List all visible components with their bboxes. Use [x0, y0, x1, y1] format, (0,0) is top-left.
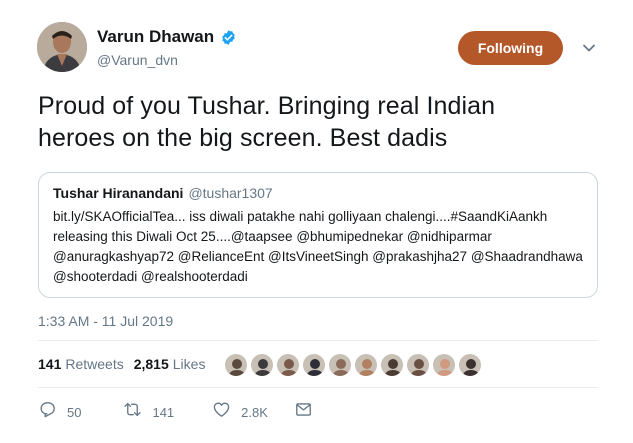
like-button[interactable]: 2.8K [212, 400, 268, 424]
chevron-down-icon[interactable] [582, 41, 596, 55]
following-button[interactable]: Following [458, 31, 563, 65]
verified-badge-icon [220, 29, 237, 46]
liker-avatar[interactable] [224, 353, 248, 377]
tweet-text: Proud of you Tushar. Bringing real India… [38, 90, 608, 154]
quoted-tweet-text: @shooterdadi @realshooterdadi [53, 269, 248, 284]
retweet-count: 141 [152, 404, 175, 420]
author-name-row: Varun Dhawan [97, 27, 237, 47]
quoted-author-handle: @tushar1307 [188, 185, 273, 201]
liker-avatars [224, 353, 484, 377]
quoted-tweet-text: releasing this Diwali Oct 25....@taapsee… [53, 229, 492, 244]
quoted-tweet-text: bit.ly/SKAOfficialTea... iss diwali pata… [53, 209, 548, 224]
tweet-actions: 50 141 2.8K [38, 400, 313, 424]
liker-avatar[interactable] [432, 353, 456, 377]
tweet-text-line: Proud of you Tushar. Bringing real India… [38, 92, 496, 120]
tweet-text-line: heroes on the big screen. Best dadis [38, 124, 448, 152]
quoted-tweet-header: Tushar Hiranandani @tushar1307 [53, 185, 585, 201]
likes-stat[interactable]: 2,815 Likes [134, 356, 206, 372]
quoted-author-name: Tushar Hiranandani [53, 185, 184, 201]
quoted-tweet-text: @anuragkashyap72 @RelianceEnt @ItsVineet… [53, 249, 583, 264]
tweet-card: Varun Dhawan @Varun_dvn Following Proud … [0, 0, 633, 443]
heart-icon [212, 400, 231, 424]
retweets-count: 141 [38, 356, 62, 372]
like-count: 2.8K [241, 404, 268, 420]
liker-avatar[interactable] [354, 353, 378, 377]
liker-avatar[interactable] [250, 353, 274, 377]
tweet-timestamp[interactable]: 1:33 AM - 11 Jul 2019 [38, 313, 173, 329]
quoted-tweet[interactable]: Tushar Hiranandani @tushar1307 bit.ly/SK… [38, 172, 598, 298]
liker-avatar[interactable] [458, 353, 482, 377]
liker-avatar[interactable] [380, 353, 404, 377]
likes-label: Likes [172, 356, 206, 372]
envelope-icon [294, 400, 313, 424]
retweet-button[interactable]: 141 [123, 400, 174, 424]
reply-count: 50 [67, 404, 82, 420]
liker-avatar[interactable] [328, 353, 352, 377]
liker-avatar[interactable] [406, 353, 430, 377]
retweet-icon [123, 400, 142, 424]
reply-button[interactable]: 50 [38, 400, 81, 424]
divider [38, 340, 598, 341]
engagement-stats: 141 Retweets 2,815 Likes [38, 356, 205, 372]
liker-avatar[interactable] [276, 353, 300, 377]
liker-avatar[interactable] [302, 353, 326, 377]
reply-icon [38, 400, 57, 424]
retweets-label: Retweets [65, 356, 124, 372]
retweets-stat[interactable]: 141 Retweets [38, 356, 124, 372]
divider [38, 387, 598, 388]
author-name[interactable]: Varun Dhawan [97, 27, 214, 47]
likes-count: 2,815 [133, 356, 169, 372]
author-avatar[interactable] [37, 22, 87, 72]
author-handle[interactable]: @Varun_dvn [97, 52, 178, 68]
direct-message-button[interactable] [294, 400, 313, 424]
